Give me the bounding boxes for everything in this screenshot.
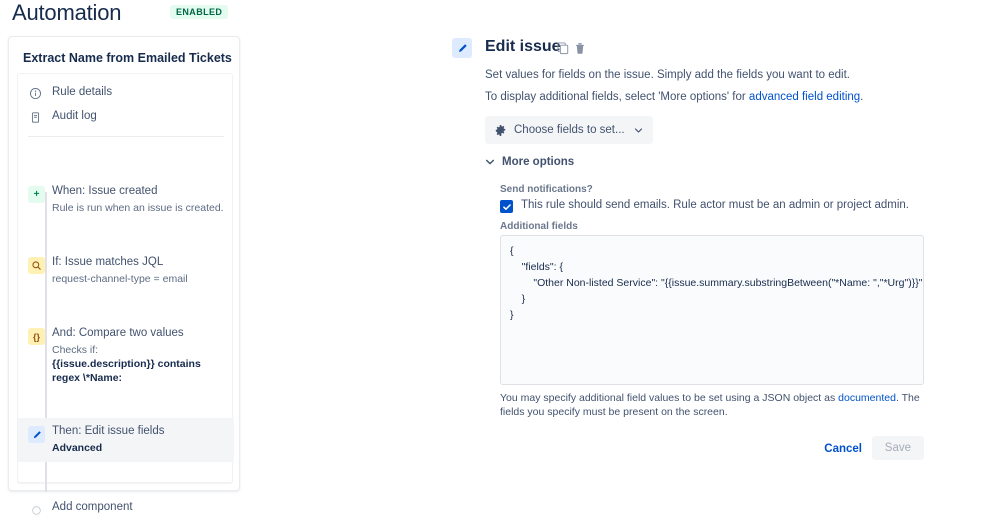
rule-component-title: If: Issue matches JQL	[52, 256, 164, 268]
detail-description-2-pre: To display additional fields, select 'Mo…	[485, 91, 749, 103]
more-options-label: More options	[502, 156, 575, 168]
documented-link[interactable]: documented	[838, 392, 896, 404]
choose-fields-to-set-button[interactable]: Choose fields to set...	[485, 116, 653, 144]
info-icon	[28, 86, 42, 100]
more-options-toggle[interactable]: More options	[485, 156, 574, 168]
page-title: Automation	[12, 0, 122, 25]
chevron-down-icon	[634, 126, 643, 135]
detail-description-1: Set values for fields on the issue. Simp…	[485, 69, 851, 81]
braces-icon: {}	[28, 328, 45, 345]
sidebar-item-rule-details[interactable]: Rule details	[18, 82, 234, 106]
rule-component-subtitle: request-channel-type = email	[52, 273, 188, 285]
advanced-field-editing-link[interactable]: advanced field editing	[749, 91, 860, 103]
plus-icon: +	[28, 186, 45, 203]
additional-fields-label: Additional fields	[500, 221, 578, 232]
audit-log-icon	[28, 110, 42, 124]
send-notifications-label: Send notifications?	[500, 184, 593, 195]
add-component-label: Add component	[52, 501, 133, 513]
sidebar-item-label: Audit log	[52, 110, 97, 122]
send-notifications-checkbox[interactable]	[500, 200, 513, 213]
pencil-icon	[452, 38, 472, 58]
magnifier-icon	[28, 257, 45, 274]
send-notifications-checkbox-row[interactable]: This rule should send emails. Rule actor…	[500, 199, 909, 213]
nav-divider	[28, 136, 224, 137]
additional-fields-input[interactable]: { "fields": { "Other Non-listed Service"…	[500, 235, 924, 385]
rule-component-subtitle-expression: {{issue.description}} contains regex \*N…	[52, 358, 201, 384]
rule-component-trigger[interactable]: + When: Issue created Rule is run when a…	[18, 178, 234, 226]
rule-component-condition-jql[interactable]: If: Issue matches JQL request-channel-ty…	[18, 249, 234, 297]
rule-component-title: And: Compare two values	[52, 327, 184, 339]
circle-outline-icon	[28, 502, 45, 519]
trash-icon[interactable]	[573, 41, 587, 55]
sidebar-item-audit-log[interactable]: Audit log	[18, 106, 234, 130]
additional-fields-helper-text: You may specify additional field values …	[500, 391, 924, 419]
send-notifications-text: This rule should send emails. Rule actor…	[521, 199, 909, 211]
page-title: Edit issue	[485, 38, 561, 55]
rule-component-subtitle: Advanced	[52, 442, 103, 454]
rule-component-action-edit-issue[interactable]: Then: Edit issue fields Advanced	[18, 418, 234, 462]
rule-component-title: When: Issue created	[52, 185, 158, 197]
form-actions: Cancel Save	[500, 436, 924, 462]
chevron-down-icon	[485, 157, 495, 167]
rule-component-subtitle-text: Checks if:	[52, 344, 99, 356]
status-badge: ENABLED	[170, 5, 229, 19]
detail-description-2-post: .	[860, 91, 864, 103]
rule-component-condition-compare[interactable]: {} And: Compare two values Checks if: {{…	[18, 320, 234, 384]
helper-pre: You may specify additional field values …	[500, 392, 839, 404]
choose-fields-label: Choose fields to set...	[514, 124, 625, 136]
rule-component-subtitle: Rule is run when an issue is created.	[52, 202, 224, 214]
rule-component-subtitle: Checks if: {{issue.description}} contain…	[52, 343, 228, 385]
gear-icon	[494, 124, 507, 137]
save-button[interactable]: Save	[871, 436, 924, 460]
copy-icon[interactable]	[556, 41, 570, 55]
add-component-button[interactable]: Add component	[18, 492, 234, 515]
rule-name: Extract Name from Emailed Tickets	[23, 51, 232, 65]
detail-description-2: To display additional fields, select 'Mo…	[485, 91, 863, 103]
rule-component-list: Rule details Audit log + When: Issue cre…	[17, 73, 234, 515]
page-header: Automation ENABLED	[0, 0, 998, 32]
sidebar-item-label: Rule details	[52, 86, 113, 98]
pencil-icon	[28, 426, 45, 443]
rule-card: Extract Name from Emailed Tickets Rule d…	[8, 36, 240, 515]
rule-component-title: Then: Edit issue fields	[52, 425, 165, 437]
cancel-button[interactable]: Cancel	[818, 439, 868, 459]
